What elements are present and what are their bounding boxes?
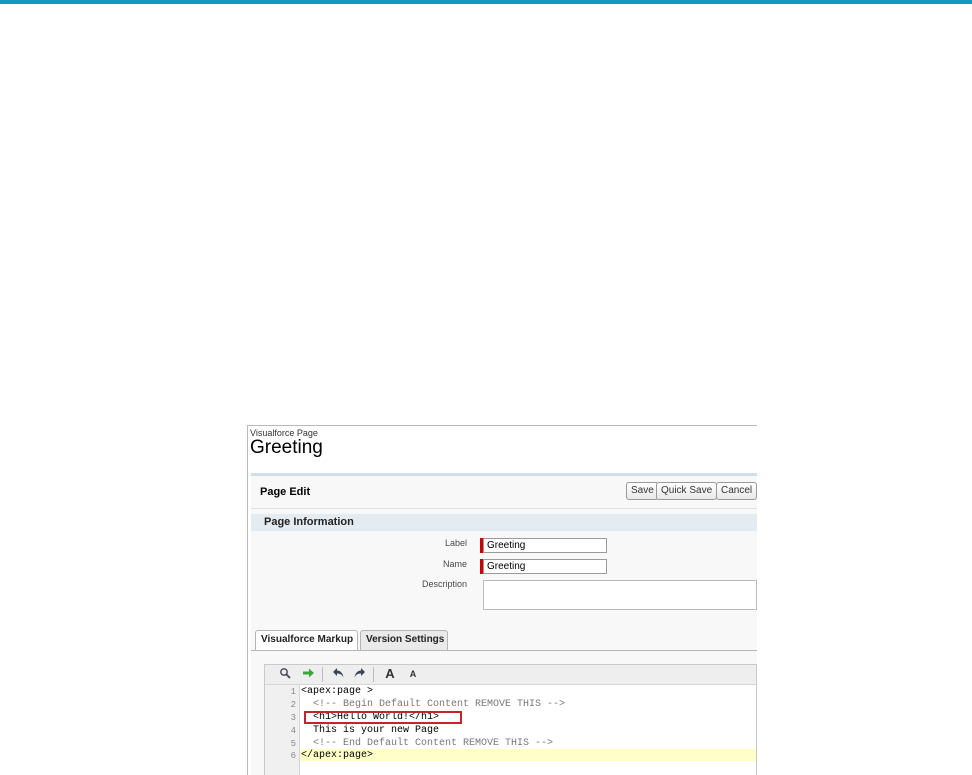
line-number: 4: [290, 726, 296, 736]
tab-divider: [251, 650, 757, 651]
page-edit-title: Page Edit: [260, 486, 311, 498]
description-textarea[interactable]: [483, 580, 757, 610]
code-line: </apex:page>: [301, 750, 374, 761]
line-number: 6: [290, 751, 296, 761]
code-editor[interactable]: A A 1 2 3 4 5 6 <apex:page > <!-- Begin …: [264, 664, 757, 775]
quick-save-button[interactable]: Quick Save: [656, 482, 718, 500]
cancel-button[interactable]: Cancel: [716, 482, 757, 500]
toolbar-separator: [373, 667, 374, 682]
line-number: 1: [290, 687, 296, 697]
description-field-label: Description: [421, 579, 467, 589]
label-field-label: Label: [444, 538, 467, 548]
line-number-gutter: 1 2 3 4 5 6: [265, 685, 300, 775]
page-information-title: Page Information: [264, 516, 354, 528]
visualforce-page-editor-screenshot: Visualforce Page Greeting Page Edit Save…: [247, 425, 757, 775]
save-button[interactable]: Save: [626, 482, 659, 500]
undo-icon[interactable]: [331, 667, 345, 681]
page-edit-block: Page Edit Save Quick Save Cancel Page In…: [251, 473, 757, 775]
page-title: Greeting: [250, 437, 323, 458]
code-line: This is your new Page: [301, 725, 440, 736]
line-number: 5: [290, 739, 296, 749]
line-number: 2: [290, 700, 296, 710]
redo-icon[interactable]: [352, 667, 366, 681]
code-line: <apex:page >: [301, 686, 374, 697]
name-input[interactable]: [483, 559, 607, 574]
toolbar-separator: [322, 667, 323, 682]
label-input[interactable]: [483, 538, 607, 553]
page-information-header: Page Information: [251, 514, 757, 531]
tab-visualforce-markup[interactable]: Visualforce Markup: [255, 630, 358, 651]
hello-world-highlight-box: [304, 711, 462, 724]
name-field-label: Name: [442, 559, 467, 569]
tab-version-settings[interactable]: Version Settings: [360, 630, 448, 650]
page-edit-header: Page Edit Save Quick Save Cancel: [251, 476, 757, 509]
code-line-comment: <!-- End Default Content REMOVE THIS -->: [301, 738, 554, 749]
go-to-line-icon[interactable]: [301, 667, 315, 681]
decrease-font-icon[interactable]: A: [406, 667, 420, 681]
editor-toolbar: A A: [265, 665, 756, 685]
line-number: 3: [290, 713, 296, 723]
top-accent-bar: [0, 0, 972, 4]
search-icon[interactable]: [278, 667, 292, 681]
code-line-comment: <!-- Begin Default Content REMOVE THIS -…: [301, 699, 566, 710]
increase-font-icon[interactable]: A: [383, 667, 397, 681]
